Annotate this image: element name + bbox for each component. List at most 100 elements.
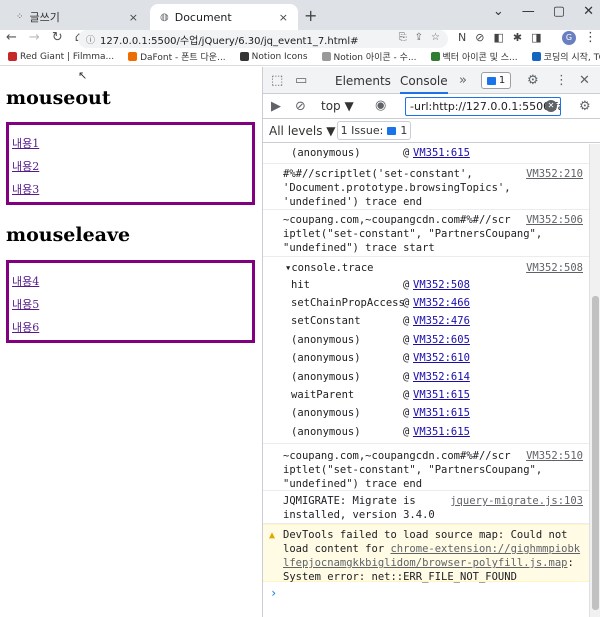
side-panel-icon[interactable]: ◨ [531, 31, 541, 44]
minimize-button[interactable]: — [522, 4, 535, 19]
source-link[interactable]: VM352:210 [526, 167, 583, 181]
tab-write[interactable]: ⁘ 글쓰기 × [6, 4, 148, 30]
console-filter-input[interactable]: -url:http://127.0.0.1:5500/fav ✕ [405, 97, 561, 116]
source-link[interactable]: VM351:615 [413, 425, 470, 439]
warning-icon: ▲ [269, 530, 276, 541]
url-text[interactable]: 127.0.0.1:5500/수업/jQuery/6.30/jq_event1_… [100, 32, 359, 47]
source-link[interactable]: VM351:615 [413, 388, 470, 402]
clear-filter-icon[interactable]: ✕ [545, 100, 557, 112]
content-link-6[interactable]: 내용6 [12, 319, 39, 335]
new-tab-button[interactable]: + [304, 6, 317, 25]
mouse-cursor-icon: ↖ [78, 69, 88, 82]
extensions-puzzle-icon[interactable]: ✱ [513, 31, 522, 44]
browser-menu-icon[interactable]: ⋮ [584, 30, 597, 45]
tab-document[interactable]: ◍ Document × [150, 4, 298, 30]
mouseout-box[interactable]: 내용1 내용2 내용3 [6, 122, 255, 205]
live-expression-eye-icon[interactable]: ◉ [375, 98, 386, 113]
address-bar[interactable]: ⓘ 127.0.0.1:5500/수업/jQuery/6.30/jq_event… [78, 30, 448, 48]
page-content: ↖ mouseout 내용1 내용2 내용3 mouseleave 내용4 내용… [0, 67, 262, 617]
source-link[interactable]: VM352:605 [413, 333, 470, 347]
extension-n-icon[interactable]: N [458, 31, 466, 44]
translate-icon[interactable]: ⎘ [399, 32, 407, 43]
bookmark-item[interactable]: Notion Icons [239, 52, 308, 62]
close-devtools-icon[interactable]: ✕ [579, 73, 590, 88]
more-tabs-icon[interactable]: » [459, 73, 467, 88]
close-window-button[interactable]: ✕ [583, 4, 594, 19]
clear-console-icon[interactable]: ⊘ [295, 99, 306, 114]
context-selector[interactable]: top ▼ [321, 99, 354, 113]
extension-square-icon[interactable]: ◧ [493, 31, 503, 44]
console-settings-gear-icon[interactable]: ⚙ [579, 99, 591, 114]
globe-icon: ◍ [160, 11, 169, 23]
heading-mouseout: mouseout [6, 87, 111, 109]
device-toolbar-icon[interactable]: ▭ [295, 73, 307, 88]
tab-search-icon[interactable]: ⌄ [493, 4, 504, 19]
bookmark-item[interactable]: 코딩의 시작, TCP S... [531, 50, 600, 63]
source-map-link[interactable]: chrome-extension://gighmmpiobk [390, 543, 580, 555]
source-map-link[interactable]: lfepjocnamgkkbiglidom/browser-polyfill.j… [283, 557, 567, 569]
console-message: ~coupang.com,~coupangcdn.com#%#//scr ipt… [263, 210, 589, 257]
source-link[interactable]: VM352:610 [413, 351, 470, 365]
console-scrollbar[interactable] [589, 144, 600, 617]
show-sidebar-icon[interactable]: ▶ [271, 99, 281, 114]
devtools-tabbar: ⬚ ▭ Elements Console » 1 ⚙ ⋮ ✕ [263, 67, 600, 94]
trace-toggle[interactable]: ▾console.trace [285, 261, 374, 275]
mouseleave-box[interactable]: 내용4 내용5 내용6 [6, 260, 255, 343]
issues-button[interactable]: 1 Issue: 1 [337, 121, 411, 140]
source-link[interactable]: jquery-migrate.js:103 [450, 494, 583, 508]
console-message: #%#//scriptlet('set-constant', 'Document… [263, 164, 589, 210]
tab-elements[interactable]: Elements [335, 74, 391, 88]
close-tab-icon[interactable]: × [279, 11, 288, 24]
source-link[interactable]: VM352:614 [413, 370, 470, 384]
maximize-button[interactable]: ▢ [553, 4, 565, 19]
close-tab-icon[interactable]: × [129, 11, 138, 24]
issues-badge[interactable]: 1 [481, 72, 511, 89]
bookmark-item[interactable]: 벡터 아이콘 및 스... [430, 50, 518, 63]
log-levels-dropdown[interactable]: All levels ▼ [269, 124, 336, 138]
source-link[interactable]: VM352:508 [413, 278, 470, 292]
content-link-3[interactable]: 내용3 [12, 181, 39, 197]
source-link[interactable]: VM352:510 [526, 449, 583, 463]
browser-toolbar: ← → ↻ ⌂ ⓘ 127.0.0.1:5500/수업/jQuery/6.30/… [0, 30, 600, 48]
bookmark-item[interactable]: DaFont - 폰트 다운... [128, 50, 226, 63]
tab-title: 글쓰기 [29, 11, 60, 24]
source-link[interactable]: VM351:615 [413, 146, 470, 160]
content-link-5[interactable]: 내용5 [12, 296, 39, 312]
nav-buttons: ← → ↻ ⌂ [6, 30, 83, 45]
heading-mouseleave: mouseleave [6, 224, 131, 246]
source-link[interactable]: VM351:615 [413, 406, 470, 420]
source-link[interactable]: VM352:476 [413, 314, 470, 328]
scrollbar-thumb[interactable] [592, 296, 599, 610]
reload-button[interactable]: ↻ [52, 30, 63, 45]
settings-gear-icon[interactable]: ⚙ [527, 73, 539, 88]
bookmarks-bar: Red Giant | Filmma... DaFont - 폰트 다운... … [0, 48, 600, 66]
devtools-menu-icon[interactable]: ⋮ [555, 73, 568, 88]
console-toolbar: ▶ ⊘ top ▼ ◉ -url:http://127.0.0.1:5500/f… [263, 94, 600, 119]
tab-console[interactable]: Console [400, 74, 448, 94]
issue-flag-icon [387, 126, 397, 135]
console-trace-frame: (anonymous) @ VM351:615 [263, 144, 589, 164]
back-button[interactable]: ← [6, 30, 17, 45]
content-link-4[interactable]: 내용4 [12, 273, 39, 289]
info-icon[interactable]: ⓘ [86, 33, 95, 46]
source-link[interactable]: VM352:466 [413, 296, 470, 310]
share-icon[interactable]: ⇪ [415, 32, 423, 43]
console-message: JQMIGRATE: Migrate is installed, version… [263, 491, 589, 524]
extension-icons: N ⊘ ◧ ✱ ◨ [458, 31, 541, 44]
forward-button[interactable]: → [29, 30, 40, 45]
content-link-1[interactable]: 내용1 [12, 135, 39, 151]
source-link[interactable]: VM352:508 [526, 261, 583, 275]
profile-avatar[interactable]: G [562, 31, 576, 45]
devtools-panel: ⬚ ▭ Elements Console » 1 ⚙ ⋮ ✕ ▶ ⊘ top ▼… [262, 67, 600, 617]
window-controls: ⌄ — ▢ ✕ [493, 4, 594, 19]
source-link[interactable]: VM352:506 [526, 213, 583, 227]
content-link-2[interactable]: 내용2 [12, 158, 39, 174]
console-messages: (anonymous) @ VM351:615 #%#//scriptlet('… [263, 144, 589, 617]
extension-block-icon[interactable]: ⊘ [475, 31, 484, 44]
bookmark-star-icon[interactable]: ☆ [431, 32, 440, 43]
bookmark-item[interactable]: Red Giant | Filmma... [8, 52, 114, 62]
inspect-element-icon[interactable]: ⬚ [271, 73, 283, 88]
bookmark-favicon-icon [239, 52, 249, 61]
bookmark-item[interactable]: Notion 아이콘 - 수... [321, 50, 417, 63]
console-prompt[interactable]: › [270, 586, 277, 600]
